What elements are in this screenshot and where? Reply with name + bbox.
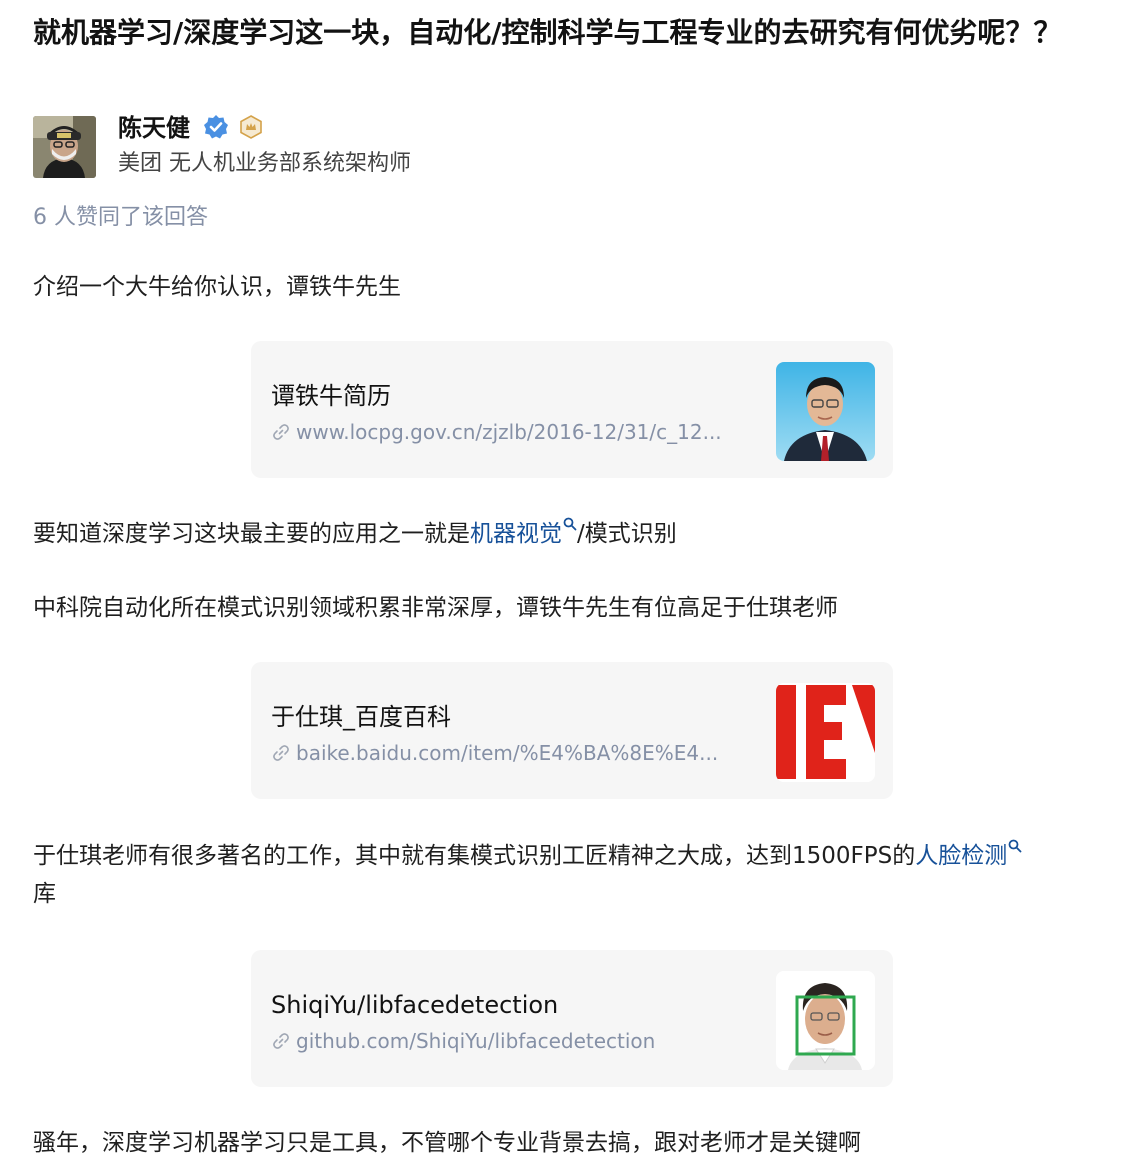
answer-paragraph-4: 于仕琪老师有很多著名的工作，其中就有集模式识别工匠精神之大成，达到1500FPS… — [33, 837, 1103, 913]
link-card-url-text: github.com/ShiqiYu/libfacedetection — [296, 1029, 656, 1053]
medal-icon[interactable] — [238, 114, 264, 140]
link-card-libfacedetection[interactable]: ShiqiYu/libfacedetection github.com/Shiq… — [251, 950, 893, 1087]
vote-count: 6 人赞同了该回答 — [33, 205, 208, 230]
link-card-url-text: www.locpg.gov.cn/zjzlb/2016-12/31/c_12..… — [296, 420, 722, 444]
keyword-link-face-detection[interactable]: 人脸检测 — [915, 839, 1022, 869]
face-detection-thumbnail — [776, 971, 875, 1070]
link-card-title[interactable]: ShiqiYu/libfacedetection — [271, 988, 558, 1022]
link-icon — [273, 745, 289, 761]
link-icon — [273, 1033, 289, 1049]
link-card-tan-tieniu[interactable]: 谭铁牛简历 www.locpg.gov.cn/zjzlb/2016-12/31/… — [251, 341, 893, 478]
baike-logo-thumbnail — [776, 683, 875, 782]
link-icon — [273, 424, 289, 440]
question-title[interactable]: 就机器学习/深度学习这一块，自动化/控制科学与工程专业的去研究有何优劣呢？？ — [33, 10, 1093, 56]
answer-paragraph-2: 要知道深度学习这块最主要的应用之一就是机器视觉/模式识别 — [33, 515, 1103, 553]
link-card-url: www.locpg.gov.cn/zjzlb/2016-12/31/c_12..… — [271, 417, 722, 447]
answer-paragraph-3: 中科院自动化所在模式识别领域积累非常深厚，谭铁牛先生有位高足于仕琪老师 — [33, 595, 838, 621]
link-card-title[interactable]: 谭铁牛简历 — [271, 379, 391, 413]
verified-badge-icon — [204, 115, 228, 139]
author-avatar[interactable] — [33, 116, 96, 178]
keyword-link-machine-vision[interactable]: 机器视觉 — [470, 517, 577, 547]
search-icon[interactable] — [1008, 839, 1022, 853]
answer-paragraph-5: 骚年，深度学习机器学习只是工具，不管哪个专业背景去搞，跟对老师才是关键啊 — [33, 1130, 861, 1156]
link-card-url-text: baike.baidu.com/item/%E4%BA%8E%E4... — [296, 741, 719, 765]
author-name[interactable]: 陈天健 — [118, 111, 190, 145]
portrait-thumbnail — [776, 362, 875, 461]
link-card-yu-shiqi-baike[interactable]: 于仕琪_百度百科 baike.baidu.com/item/%E4%BA%8E%… — [251, 662, 893, 799]
search-icon[interactable] — [563, 517, 577, 531]
answer-paragraph-1: 介绍一个大牛给你认识，谭铁牛先生 — [33, 274, 401, 300]
link-card-url: baike.baidu.com/item/%E4%BA%8E%E4... — [271, 738, 718, 768]
link-card-url: github.com/ShiqiYu/libfacedetection — [271, 1026, 655, 1056]
link-card-title[interactable]: 于仕琪_百度百科 — [271, 700, 451, 734]
author-bio: 美团 无人机业务部系统架构师 — [118, 151, 411, 176]
